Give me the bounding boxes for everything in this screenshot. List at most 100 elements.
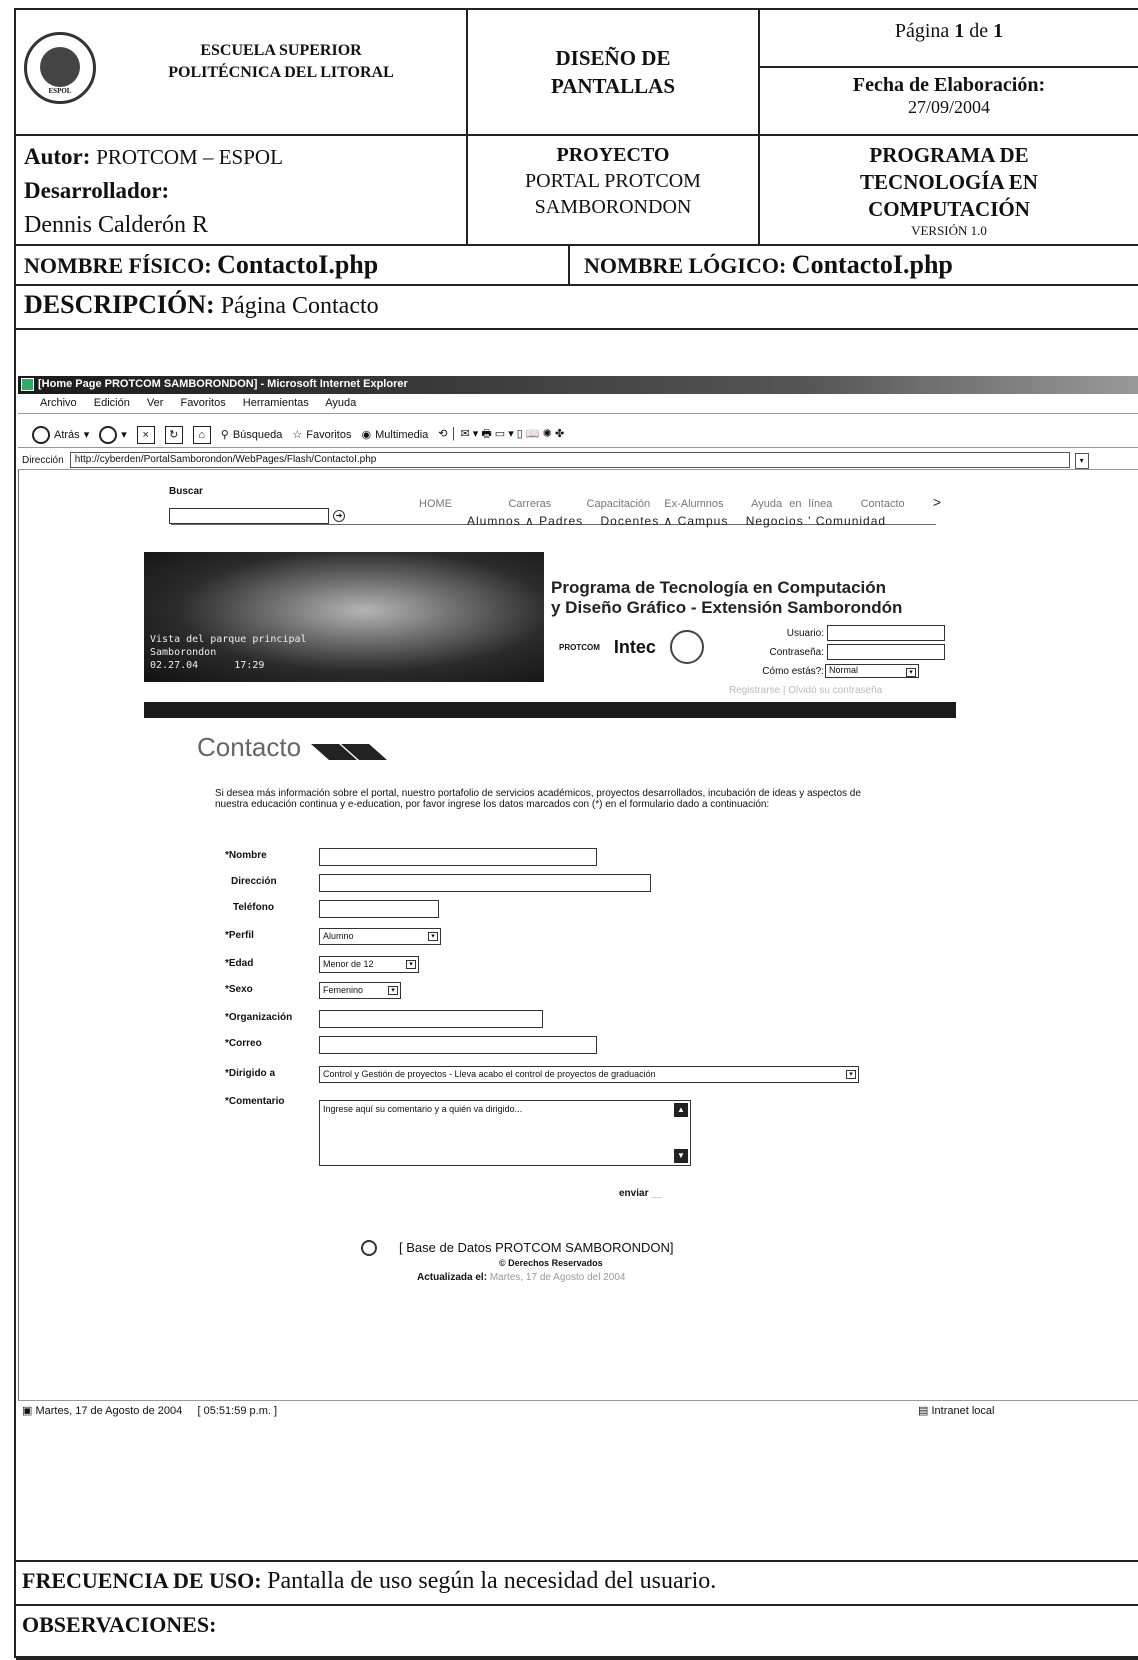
menu-ver[interactable]: Ver [147, 397, 164, 409]
partner-logos: PROTCOM Intec [559, 630, 704, 664]
menu-favoritos[interactable]: Favoritos [180, 397, 225, 409]
program-line-3: COMPUTACIÓN [868, 197, 1030, 221]
physical-name-value: ContactoI.php [217, 250, 379, 279]
correo-label: *Correo [225, 1038, 262, 1049]
organizacion-input[interactable] [319, 1010, 543, 1028]
send-label: enviar [619, 1188, 649, 1199]
edad-select[interactable]: Menor de 12 ▾ [319, 956, 419, 973]
history-icon[interactable]: ⟲ │ ✉ ▾ 🖶 ▭ ▾ ▯ 📖 ✺ ✤ [438, 425, 564, 444]
scroll-up-icon[interactable]: ▲ [674, 1103, 688, 1117]
page-total: 1 [993, 20, 1004, 42]
edad-label: *Edad [225, 958, 254, 969]
observations-label: OBSERVACIONES: [22, 1612, 217, 1637]
login-mood-select[interactable]: Normal ▾ [825, 664, 919, 678]
multimedia-button[interactable]: ◉ Multimedia [361, 428, 428, 442]
photo-caption: Vista del parque principal Samborondon 0… [150, 634, 307, 671]
nav-negocios[interactable]: Negocios [746, 514, 804, 528]
contact-heading: Contacto [197, 732, 302, 762]
author-value: PROTCOM – ESPOL [96, 145, 283, 169]
intranet-icon: ▤ [918, 1405, 929, 1417]
frequency-label: FRECUENCIA DE USO: [22, 1568, 262, 1593]
observations-cell: OBSERVACIONES: [16, 1606, 1138, 1660]
espol-logo: ESPOL [24, 32, 96, 104]
login-links[interactable]: Registrarse | Olvidó su contraseña [729, 685, 882, 696]
menu-archivo[interactable]: Archivo [40, 397, 77, 409]
physical-name-cell: NOMBRE FÍSICO: ContactoI.php [16, 246, 570, 286]
page-of: de [969, 20, 989, 42]
back-icon [32, 425, 50, 444]
address-dropdown-icon[interactable]: ▾ [1074, 453, 1089, 469]
database-icon [361, 1240, 377, 1256]
ie-menubar: Archivo Edición Ver Favoritos Herramient… [18, 394, 1138, 414]
refresh-icon[interactable]: ↻ [164, 425, 183, 444]
nav-exalumnos[interactable]: Ex-Alumnos [664, 498, 723, 510]
site-nav-secondary: Alumnos ∧ Padres Docentes ∧ Campus Negoc… [467, 514, 887, 528]
send-button[interactable]: enviar __ [619, 1188, 662, 1199]
program-title-line-1: Programa de Tecnología en Computación [551, 578, 887, 597]
search-label: Búsqueda [232, 428, 283, 441]
program-line-2: TECNOLOGÍA EN [860, 170, 1038, 194]
stop-icon[interactable]: × [136, 425, 155, 444]
menu-ayuda[interactable]: Ayuda [325, 397, 356, 409]
espol-logo-text: ESPOL [48, 87, 72, 95]
menu-herramientas[interactable]: Herramientas [243, 397, 309, 409]
program-cell: PROGRAMA DE TECNOLOGÍA EN COMPUTACIÓN VE… [760, 136, 1138, 246]
dirigido-label: *Dirigido a [225, 1068, 276, 1079]
nav-docentes[interactable]: Docentes [601, 514, 660, 528]
site-search-input[interactable] [169, 508, 329, 524]
menu-edicion[interactable]: Edición [94, 397, 130, 409]
nav-comunidad[interactable]: Comunidad [816, 514, 886, 528]
nav-ayuda[interactable]: Ayuda en línea [751, 498, 832, 510]
institution-cell: ESPOL ESCUELA SUPERIOR POLITÉCNICA DEL L… [16, 10, 468, 136]
chevron-down-icon: ▾ [906, 668, 916, 677]
search-button[interactable]: ⚲ Búsqueda [221, 428, 283, 442]
scroll-down-icon[interactable]: ▼ [674, 1149, 688, 1163]
heading-decoration-icon [311, 744, 387, 760]
site-nav-primary: HOME Carreras Capacitación Ex-Alumnos Ay… [419, 494, 941, 510]
correo-input[interactable] [319, 1036, 597, 1054]
frequency-value: Pantalla de uso según la necesidad del u… [267, 1568, 717, 1594]
page-label: Página [894, 20, 950, 42]
nav-padres[interactable]: Padres [539, 514, 583, 528]
nav-more[interactable]: > [933, 494, 941, 510]
nav-capacitacion[interactable]: Capacitación [587, 498, 651, 510]
footer-updated-label: Actualizada el: [417, 1272, 488, 1283]
dirigido-select[interactable]: Control y Gestión de proyectos - Lleva a… [319, 1066, 859, 1083]
address-input[interactable]: http://cyberden/PortalSamborondon/WebPag… [69, 452, 1089, 469]
login-user-label: Usuario: [786, 628, 824, 639]
program-line-1: PROGRAMA DE [869, 143, 1029, 167]
ie-title-text: [Home Page PROTCOM SAMBORONDON] - Micros… [38, 378, 408, 390]
nav-home[interactable]: HOME [419, 498, 452, 510]
description-cell: DESCRIPCIÓN: Página Contacto [16, 286, 1138, 330]
nav-campus[interactable]: Campus [678, 514, 729, 528]
program-title: Programa de Tecnología en Computación y … [551, 578, 902, 618]
comentario-textarea[interactable]: Ingrese aquí su comentario y a quién va … [319, 1100, 691, 1166]
login-user-input[interactable] [827, 625, 945, 641]
institution-line-2: POLITÉCNICA DEL LITORAL [168, 64, 394, 81]
back-button[interactable]: Atrás ▾ [32, 425, 89, 444]
nav-contacto[interactable]: Contacto [861, 498, 905, 510]
address-bar: Dirección http://cyberden/PortalSamboron… [18, 448, 1138, 470]
doc-title-cell: DISEÑO DE PANTALLAS [468, 10, 760, 136]
telefono-input[interactable] [319, 900, 439, 918]
nav-alumnos[interactable]: Alumnos [467, 514, 521, 528]
author-cell: Autor: PROTCOM – ESPOL Desarrollador: De… [16, 136, 468, 246]
footer-updated: Actualizada el: Martes, 17 de Agosto del… [417, 1272, 625, 1283]
forward-button[interactable]: ▾ [99, 425, 127, 444]
nombre-input[interactable] [319, 848, 597, 866]
direccion-input[interactable] [319, 874, 651, 892]
home-icon[interactable]: ⌂ [192, 425, 211, 444]
logical-name-value: ContactoI.php [791, 250, 953, 279]
perfil-value: Alumno [323, 931, 354, 941]
developer-label: Desarrollador: [24, 178, 170, 203]
program-title-line-2: y Diseño Gráfico - Extensión Samborondón [551, 598, 903, 617]
perfil-select[interactable]: Alumno ▾ [319, 928, 441, 945]
search-go-icon[interactable]: ➜ [333, 510, 345, 522]
sexo-select[interactable]: Femenino ▾ [319, 982, 401, 999]
banner-divider-bar [144, 702, 956, 718]
status-page-icon: ▣ [22, 1405, 33, 1417]
nav-carreras[interactable]: Carreras [508, 498, 551, 510]
login-pass-input[interactable] [827, 644, 945, 660]
chevron-down-icon: ▾ [428, 932, 438, 941]
favorites-button[interactable]: ☆ Favoritos [292, 428, 351, 442]
